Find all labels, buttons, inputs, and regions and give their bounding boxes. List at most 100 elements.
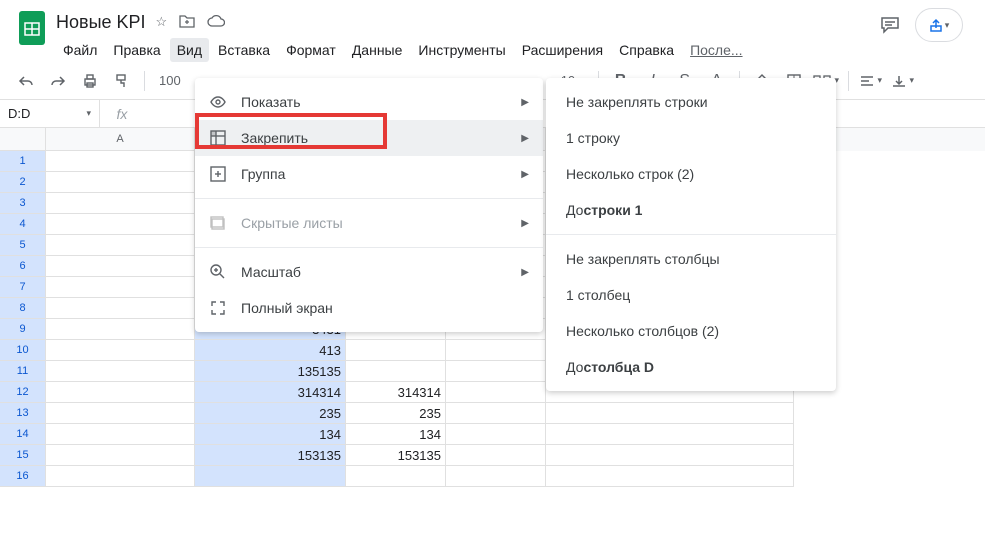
name-box[interactable]: D:D ▾ (0, 100, 100, 127)
row-header-2[interactable]: 2 (0, 172, 46, 193)
freeze-option[interactable]: 1 столбец (546, 277, 836, 313)
menu-данные[interactable]: Данные (345, 38, 410, 62)
cloud-status-icon[interactable] (207, 14, 225, 30)
cell-A8[interactable] (46, 298, 195, 319)
cell-A12[interactable] (46, 382, 195, 403)
row-header-14[interactable]: 14 (0, 424, 46, 445)
cell-H14[interactable] (546, 424, 794, 445)
freeze-option[interactable]: До столбца D (546, 349, 836, 385)
cell-D11[interactable]: 135135 (195, 361, 346, 382)
menu-item-freeze[interactable]: Закрепить▶ (195, 120, 543, 156)
row-header-11[interactable]: 11 (0, 361, 46, 382)
doc-title[interactable]: Новые KPI (56, 12, 146, 33)
menu-item-eye[interactable]: Показать▶ (195, 84, 543, 120)
menu-инструменты[interactable]: Инструменты (411, 38, 512, 62)
cell-A7[interactable] (46, 277, 195, 298)
move-to-folder-icon[interactable] (179, 14, 195, 30)
zoom-value[interactable]: 100 (153, 73, 187, 88)
cell-G12[interactable] (446, 382, 546, 403)
cell-G15[interactable] (446, 445, 546, 466)
menu-вставка[interactable]: Вставка (211, 38, 277, 62)
select-all-corner[interactable] (0, 128, 46, 151)
cell-H16[interactable] (546, 466, 794, 487)
cell-G16[interactable] (446, 466, 546, 487)
row-header-3[interactable]: 3 (0, 193, 46, 214)
cell-A16[interactable] (46, 466, 195, 487)
vertical-align-button[interactable]: ▾ (889, 67, 917, 95)
cell-A15[interactable] (46, 445, 195, 466)
cell-D14[interactable]: 134 (195, 424, 346, 445)
row-header-16[interactable]: 16 (0, 466, 46, 487)
comments-icon[interactable] (879, 14, 901, 36)
cell-F13[interactable]: 235 (346, 403, 446, 424)
cell-A2[interactable] (46, 172, 195, 193)
row-header-12[interactable]: 12 (0, 382, 46, 403)
redo-button[interactable] (44, 67, 72, 95)
cell-H13[interactable] (546, 403, 794, 424)
last-edit-link[interactable]: После... (683, 38, 749, 62)
row-header-13[interactable]: 13 (0, 403, 46, 424)
print-button[interactable] (76, 67, 104, 95)
menu-item-group[interactable]: Группа▶ (195, 156, 543, 192)
cell-A11[interactable] (46, 361, 195, 382)
menu-формат[interactable]: Формат (279, 38, 343, 62)
cell-G10[interactable] (446, 340, 546, 361)
cell-A9[interactable] (46, 319, 195, 340)
freeze-option[interactable]: Несколько строк (2) (546, 156, 836, 192)
cell-D16[interactable] (195, 466, 346, 487)
cell-H15[interactable] (546, 445, 794, 466)
sheets-logo[interactable] (12, 8, 52, 48)
cell-F16[interactable] (346, 466, 446, 487)
row-header-9[interactable]: 9 (0, 319, 46, 340)
zoom-icon (209, 263, 227, 281)
cell-A5[interactable] (46, 235, 195, 256)
cell-D12[interactable]: 314314 (195, 382, 346, 403)
menu-файл[interactable]: Файл (56, 38, 104, 62)
cell-A1[interactable] (46, 151, 195, 172)
row-header-5[interactable]: 5 (0, 235, 46, 256)
cell-D15[interactable]: 153135 (195, 445, 346, 466)
paint-format-button[interactable] (108, 67, 136, 95)
row-header-4[interactable]: 4 (0, 214, 46, 235)
cell-A4[interactable] (46, 214, 195, 235)
row-header-1[interactable]: 1 (0, 151, 46, 172)
freeze-option[interactable]: Не закреплять столбцы (546, 241, 836, 277)
cell-A3[interactable] (46, 193, 195, 214)
freeze-option[interactable]: Несколько столбцов (2) (546, 313, 836, 349)
row-header-8[interactable]: 8 (0, 298, 46, 319)
cell-D10[interactable]: 413 (195, 340, 346, 361)
row-header-15[interactable]: 15 (0, 445, 46, 466)
cell-G13[interactable] (446, 403, 546, 424)
row-header-10[interactable]: 10 (0, 340, 46, 361)
undo-button[interactable] (12, 67, 40, 95)
horizontal-align-button[interactable]: ▾ (857, 67, 885, 95)
menu-вид[interactable]: Вид (170, 38, 209, 62)
cell-A14[interactable] (46, 424, 195, 445)
menu-правка[interactable]: Правка (106, 38, 167, 62)
menu-item-fullscreen[interactable]: Полный экран (195, 290, 543, 326)
cell-F15[interactable]: 153135 (346, 445, 446, 466)
menu-item-zoom[interactable]: Масштаб▶ (195, 254, 543, 290)
cell-A6[interactable] (46, 256, 195, 277)
menu-справка[interactable]: Справка (612, 38, 681, 62)
cell-F10[interactable] (346, 340, 446, 361)
freeze-option[interactable]: До строки 1 (546, 192, 836, 228)
share-button[interactable]: ▾ (915, 8, 963, 42)
cell-D13[interactable]: 235 (195, 403, 346, 424)
row-header-6[interactable]: 6 (0, 256, 46, 277)
cell-F14[interactable]: 134 (346, 424, 446, 445)
row-header-7[interactable]: 7 (0, 277, 46, 298)
cell-F12[interactable]: 314314 (346, 382, 446, 403)
cell-A13[interactable] (46, 403, 195, 424)
column-header-A[interactable]: A (46, 128, 195, 151)
cell-A10[interactable] (46, 340, 195, 361)
menu-расширения[interactable]: Расширения (515, 38, 610, 62)
cell-G11[interactable] (446, 361, 546, 382)
view-menu: Показать▶Закрепить▶Группа▶ Скрытые листы▶… (195, 78, 543, 332)
cell-G14[interactable] (446, 424, 546, 445)
freeze-option[interactable]: Не закреплять строки (546, 84, 836, 120)
menu-item-hidden: Скрытые листы▶ (195, 205, 543, 241)
cell-F11[interactable] (346, 361, 446, 382)
freeze-option[interactable]: 1 строку (546, 120, 836, 156)
star-icon[interactable]: ☆ (156, 14, 168, 30)
